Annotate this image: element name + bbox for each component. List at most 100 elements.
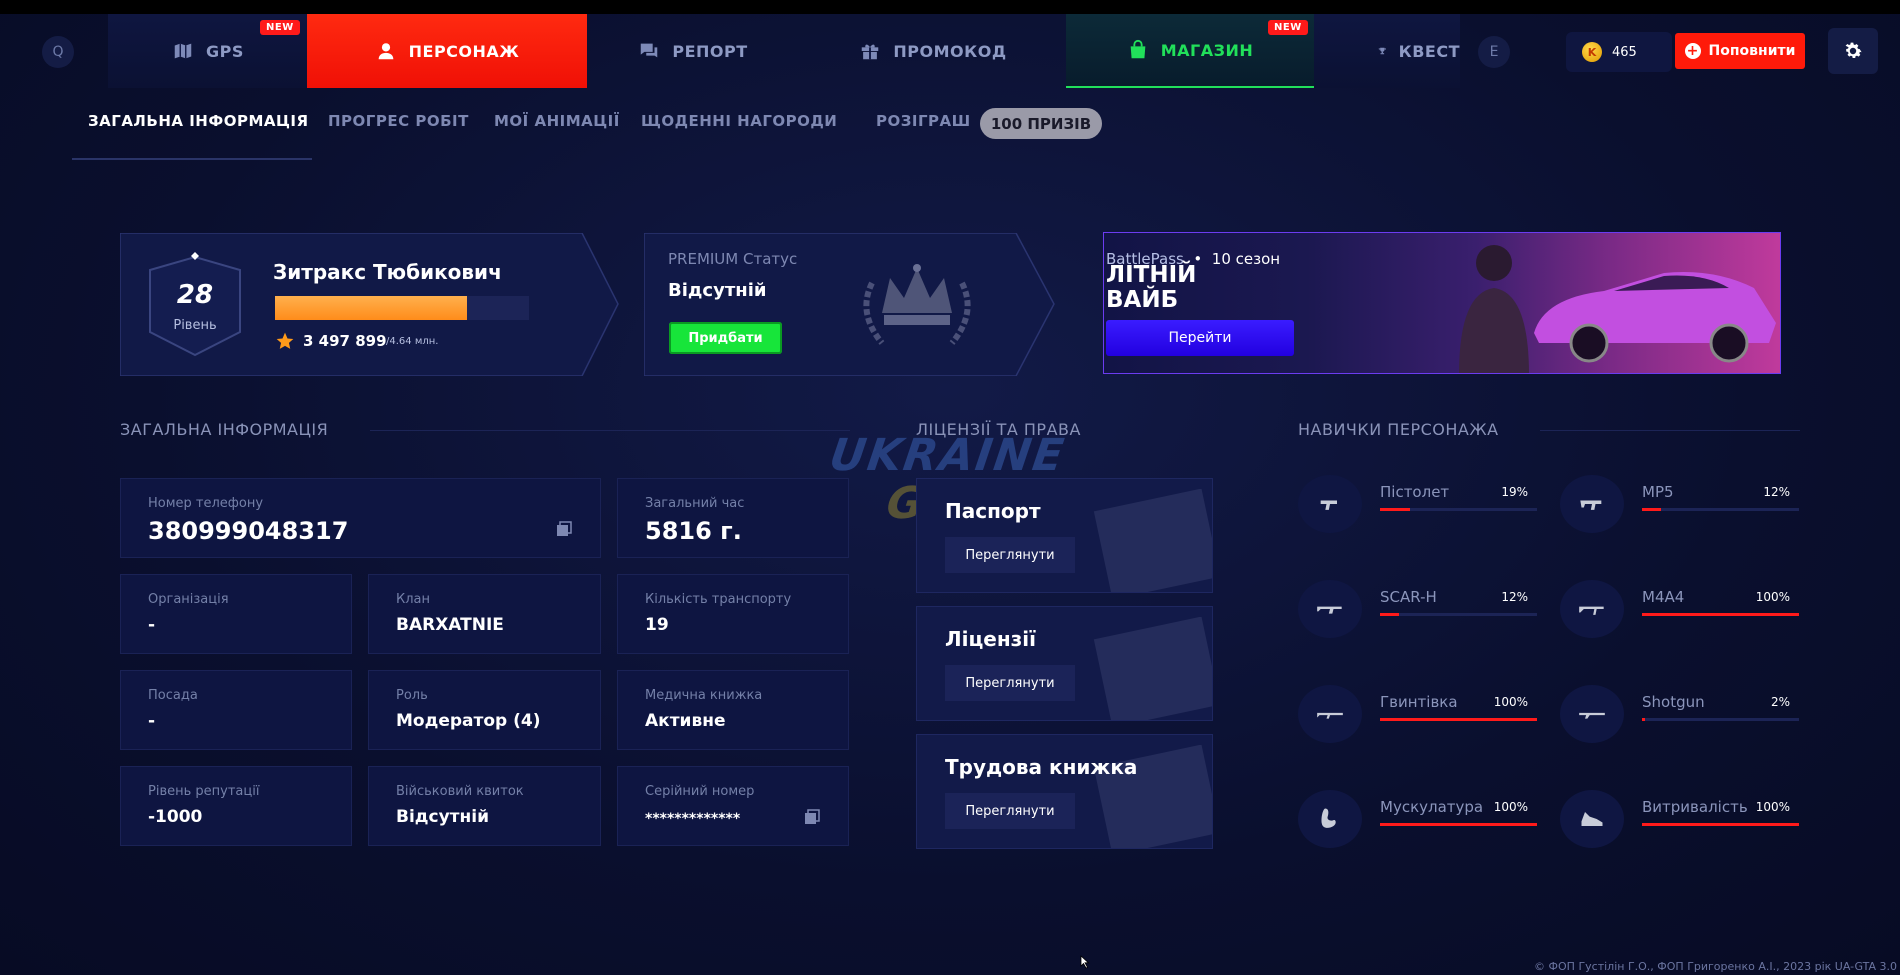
- phone-card: Номер телефону 380999048317: [120, 478, 601, 558]
- tab-report[interactable]: РЕПОРТ: [587, 14, 799, 88]
- skill-progress-track: [1642, 823, 1799, 826]
- skill-icon-wrap: [1560, 475, 1624, 533]
- section-divider: [370, 430, 850, 431]
- view-button[interactable]: Переглянути: [945, 665, 1075, 701]
- skill-icon-wrap: [1298, 475, 1362, 533]
- coin-amount: 465: [1612, 44, 1637, 60]
- copy-icon[interactable]: [804, 809, 820, 825]
- skill-item: Гвинтівка 100%: [1298, 685, 1558, 749]
- reputation-label: Рівень репутації: [148, 784, 260, 799]
- skill-name: Гвинтівка: [1380, 693, 1458, 711]
- user-icon: [378, 43, 393, 60]
- skill-progress-fill: [1642, 823, 1799, 826]
- skill-item: Shotgun 2%: [1560, 685, 1820, 749]
- skill-percent: 2%: [1770, 695, 1790, 709]
- total-time-label: Загальний час: [645, 496, 745, 511]
- subnav-general-info[interactable]: ЗАГАЛЬНА ІНФОРМАЦІЯ: [88, 112, 309, 130]
- skill-percent: 100%: [1755, 800, 1790, 814]
- view-button[interactable]: Переглянути: [945, 793, 1075, 829]
- top-strip: [0, 0, 1900, 14]
- watermark-logo: UKRAINE: [826, 430, 1069, 481]
- license-card-workbook: Трудова книжка Переглянути: [916, 734, 1213, 849]
- subnav-giveaway[interactable]: РОЗІГРАШ: [876, 112, 971, 130]
- assault-rifle-icon: [1579, 606, 1604, 615]
- organization-label: Організація: [148, 592, 229, 607]
- skill-name: SCAR-H: [1380, 588, 1437, 606]
- shop-new-badge: NEW: [1268, 20, 1308, 35]
- settings-button[interactable]: [1828, 28, 1878, 74]
- skill-item: Мускулатура 100%: [1298, 790, 1558, 854]
- skill-progress-fill: [1642, 508, 1661, 511]
- subnav-daily-rewards[interactable]: ЩОДЕННІ НАГОРОДИ: [641, 112, 837, 130]
- license-card-licenses: Ліцензії Переглянути: [916, 606, 1213, 721]
- position-card: Посада -: [120, 670, 352, 750]
- skill-percent: 12%: [1763, 485, 1790, 499]
- battlepass-go-button[interactable]: Перейти: [1106, 320, 1294, 356]
- tab-quests[interactable]: КВЕСТ: [1314, 14, 1460, 88]
- topup-button[interactable]: + Поповнити: [1675, 33, 1805, 69]
- tab-character[interactable]: ПЕРСОНАЖ: [307, 14, 587, 88]
- tab-promocode-label: ПРОМОКОД: [893, 41, 1007, 61]
- prize-badge: 100 ПРИЗІВ: [980, 108, 1102, 139]
- gift-icon: [862, 44, 879, 60]
- next-tab-key[interactable]: E: [1478, 36, 1510, 68]
- vehicles-value: 19: [645, 615, 669, 635]
- skill-progress-fill: [1380, 823, 1537, 826]
- skill-progress-track: [1380, 823, 1537, 826]
- skill-progress-fill: [1642, 613, 1799, 616]
- vehicles-label: Кількість транспорту: [645, 592, 792, 607]
- skill-percent: 100%: [1755, 590, 1790, 604]
- license-title: Паспорт: [945, 499, 1041, 523]
- document-icon: [1093, 489, 1212, 592]
- copy-icon[interactable]: [556, 521, 572, 537]
- skill-name: Shotgun: [1642, 693, 1705, 711]
- skill-progress-track: [1642, 508, 1799, 511]
- premium-buy-button[interactable]: Придбати: [669, 322, 782, 354]
- skill-progress-fill: [1642, 718, 1646, 721]
- role-label: Роль: [396, 688, 428, 703]
- serial-card: Серійний номер *************: [617, 766, 849, 846]
- topup-label: Поповнити: [1708, 43, 1796, 59]
- total-time-card: Загальний час 5816 г.: [617, 478, 849, 558]
- military-label: Військовий квиток: [396, 784, 524, 799]
- skill-progress-track: [1380, 613, 1537, 616]
- serial-label: Серійний номер: [645, 784, 755, 799]
- plus-icon: +: [1684, 43, 1701, 59]
- tab-promocode[interactable]: ПРОМОКОД: [800, 14, 1066, 88]
- skill-icon-wrap: [1560, 685, 1624, 743]
- clan-label: Клан: [396, 592, 431, 607]
- tab-gps-label: GPS: [206, 41, 244, 61]
- subnav-work-progress[interactable]: ПРОГРЕС РОБІТ: [328, 112, 469, 130]
- copyright-footer: © ФОП Густілін Г.О., ФОП Григоренко А.І.…: [1534, 960, 1897, 973]
- vehicles-card: Кількість транспорту 19: [617, 574, 849, 654]
- xp-progress-bar: [275, 296, 529, 320]
- prev-tab-key[interactable]: Q: [42, 36, 74, 68]
- gps-new-badge: NEW: [260, 20, 300, 35]
- subnav-my-animations[interactable]: МОЇ АНІМАЦІЇ: [494, 112, 620, 130]
- trophy-icon: [1378, 47, 1386, 55]
- reputation-card: Рівень репутації -1000: [120, 766, 352, 846]
- subnav-active-underline: [72, 158, 312, 160]
- clan-value: BARXATNIE: [396, 615, 504, 635]
- smg-icon: [1580, 500, 1602, 510]
- chat-icon: [641, 43, 658, 58]
- document-icon: [1093, 617, 1212, 720]
- license-title: Ліцензії: [945, 627, 1037, 651]
- coin-balance: K 465: [1566, 32, 1672, 72]
- medical-card: Медична книжка Активне: [617, 670, 849, 750]
- skill-icon-wrap: [1560, 790, 1624, 848]
- skill-name: MP5: [1642, 483, 1674, 501]
- character-silhouette: [1459, 245, 1529, 373]
- phone-value: 380999048317: [148, 517, 349, 545]
- position-label: Посада: [148, 688, 198, 703]
- tab-character-label: ПЕРСОНАЖ: [408, 41, 520, 61]
- car-image: [1534, 272, 1776, 363]
- skill-progress-track: [1642, 718, 1799, 721]
- sneaker-icon: [1581, 812, 1603, 826]
- shotgun-icon: [1579, 712, 1605, 719]
- organization-card: Організація -: [120, 574, 352, 654]
- view-button[interactable]: Переглянути: [945, 537, 1075, 573]
- skill-icon-wrap: [1298, 685, 1362, 743]
- position-value: -: [148, 711, 156, 731]
- xp-max: /4.64 млн.: [386, 336, 439, 347]
